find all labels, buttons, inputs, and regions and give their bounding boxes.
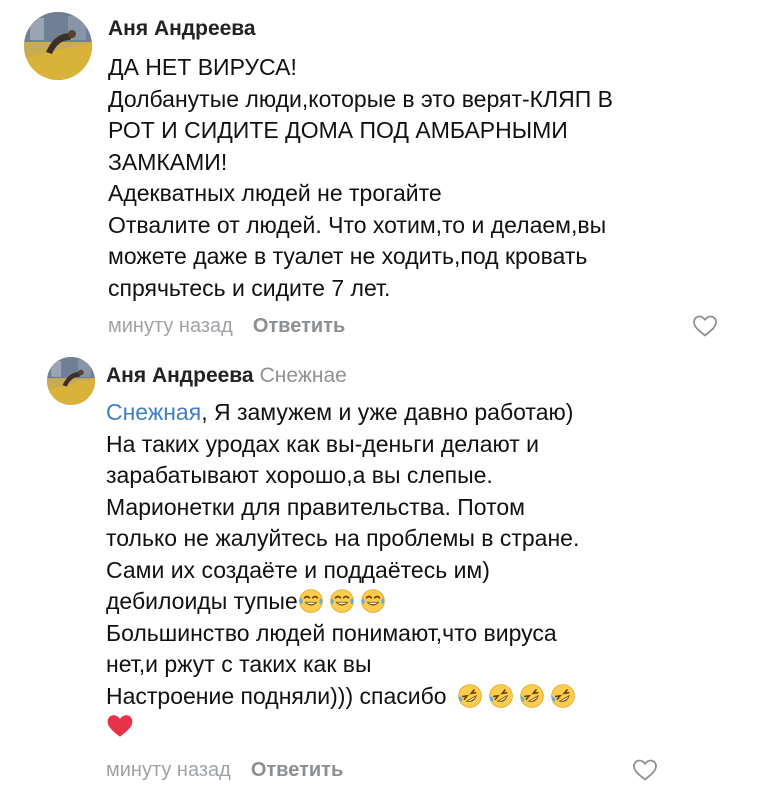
comment-line: Настроение подняли))) спасибо xyxy=(106,681,579,713)
comment-line: ДА НЕТ ВИРУСА! xyxy=(108,54,297,80)
heart-outline-icon[interactable] xyxy=(632,758,658,782)
reply-button[interactable]: Ответить xyxy=(253,315,345,337)
comment-line: Снежная, Я замужем и уже давно работаю) xyxy=(106,397,579,429)
comment-line: можете даже в туалет не ходить,под крова… xyxy=(108,243,588,269)
avatar-image xyxy=(47,357,95,405)
comment-line-text: Настроение подняли))) спасибо xyxy=(106,682,447,709)
rolling-on-floor-laughing-icon xyxy=(550,683,576,709)
rolling-on-floor-laughing-icon xyxy=(457,683,483,709)
avatar[interactable] xyxy=(24,12,92,80)
comment-header: Аня Андреева xyxy=(108,16,256,42)
comment-line: Марионетки для правительства. Потом xyxy=(106,493,525,520)
mention-link[interactable]: Снежная xyxy=(106,399,201,425)
comment-line: только не жалуйтесь на проблемы в стране… xyxy=(106,525,580,551)
reply-button[interactable]: Ответить xyxy=(251,759,343,781)
author-name[interactable]: Аня Андреева xyxy=(108,17,256,40)
red-heart-icon xyxy=(107,715,133,737)
comment-line: Сами их создаёте и поддаётесь им) xyxy=(106,556,490,583)
author-name[interactable]: Аня Андреева xyxy=(106,364,254,387)
comment-line: зарабатывают хорошо,а вы слепые. xyxy=(106,462,493,488)
comment-line: нет,и ржут с таких как вы xyxy=(106,651,372,677)
heart-outline-icon[interactable] xyxy=(692,314,718,338)
avatar[interactable] xyxy=(47,357,95,405)
comment-line-text: дебилоиды тупые xyxy=(106,588,298,614)
comment-text: ДА НЕТ ВИРУСА! Долбанутые люди,которые в… xyxy=(108,52,613,304)
comment-line: Большинство людей понимают,что вируса xyxy=(106,619,557,646)
reply-to-name[interactable]: Снежнае xyxy=(260,364,347,387)
comment-header: Аня Андреева Снежнае xyxy=(106,363,347,389)
timestamp: минуту назад xyxy=(108,315,233,337)
comment-line: На таких уродах как вы-деньги делают и xyxy=(106,430,540,457)
comment-line: Адекватных людей не трогайте xyxy=(108,180,442,206)
comment-line: Долбанутые люди,которые в это верят-КЛЯП… xyxy=(108,85,614,112)
face-with-tears-of-joy-icon xyxy=(360,588,386,614)
comment-meta: минуту назад Ответить xyxy=(106,758,343,782)
comment-meta: минуту назад Ответить xyxy=(108,314,345,338)
comment-line: РОТ И СИДИТЕ ДОМА ПОД АМБАРНЫМИ xyxy=(108,117,568,143)
rolling-on-floor-laughing-icon xyxy=(488,683,514,709)
comment-line: Отвалите от людей. Что хотим,то и делаем… xyxy=(108,211,607,238)
rolling-on-floor-laughing-icon xyxy=(519,683,545,709)
comment-line xyxy=(106,712,579,744)
comment-line: спрячьтесь и сидите 7 лет. xyxy=(108,274,391,301)
comment-line: ЗАМКАМИ! xyxy=(108,148,228,175)
timestamp: минуту назад xyxy=(106,759,231,781)
avatar-image xyxy=(24,12,92,80)
comment-line: дебилоиды тупые xyxy=(106,586,579,618)
comment-line-text: , Я замужем и уже давно работаю) xyxy=(201,399,574,425)
comment-text: Снежная, Я замужем и уже давно работаю) … xyxy=(106,397,579,744)
face-with-tears-of-joy-icon xyxy=(298,588,324,614)
face-with-tears-of-joy-icon xyxy=(329,588,355,614)
